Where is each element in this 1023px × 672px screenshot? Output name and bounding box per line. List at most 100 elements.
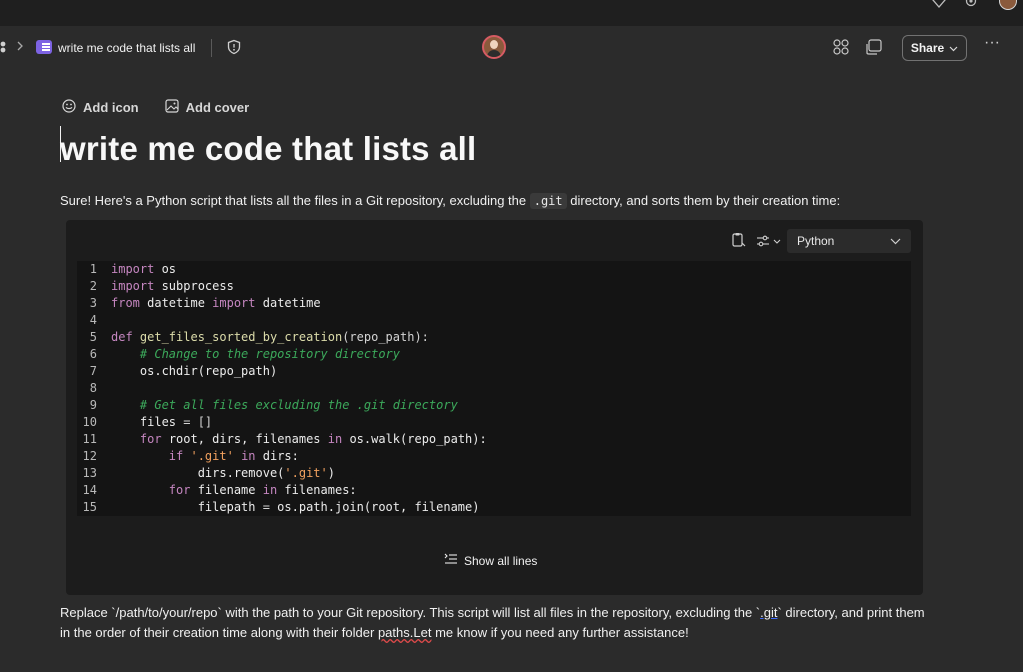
code-token: # Get all files excluding the .git direc…: [139, 398, 458, 412]
outro-paragraph[interactable]: Replace `/path/to/your/repo` with the pa…: [60, 603, 930, 643]
expand-lines-icon: [444, 553, 458, 568]
code-line[interactable]: 6 # Change to the repository directory: [77, 346, 911, 363]
outro-text-before: Replace `/path/to/your/repo` with the pa…: [60, 605, 761, 620]
code-line[interactable]: 2 import subprocess: [77, 278, 911, 295]
line-number: 1: [89, 262, 97, 276]
line-number: 12: [82, 449, 97, 463]
line-content: def get_files_sorted_by_creation(repo_pa…: [111, 329, 429, 346]
breadcrumb-page-title[interactable]: write me code that lists all: [58, 41, 195, 55]
add-cover-label: Add cover: [185, 99, 250, 115]
code-token: dirs:: [255, 449, 299, 463]
add-cover-button[interactable]: Add cover: [165, 98, 250, 116]
line-content: if '.git' in dirs:: [111, 448, 299, 465]
share-label: Share: [910, 41, 945, 55]
code-line[interactable]: 4: [77, 312, 911, 329]
code-line[interactable]: 14 for filename in filenames:: [77, 482, 911, 499]
code-line[interactable]: 3 from datetime import datetime: [77, 295, 911, 312]
code-token: dirs.remove(: [111, 466, 285, 480]
code-line[interactable]: 1 import os: [77, 261, 911, 278]
code-token: datetime: [139, 296, 213, 310]
loop-components-icon[interactable]: [832, 38, 850, 56]
code-token: in: [262, 483, 278, 497]
code-token: import: [111, 262, 155, 276]
code-token: os.walk(repo_path):: [342, 432, 487, 446]
user-avatar-top[interactable]: [999, 0, 1017, 10]
line-number: 11: [82, 432, 97, 446]
code-token: files: [111, 415, 184, 429]
line-content: from datetime import datetime: [111, 295, 321, 312]
line-content: for filename in filenames:: [111, 482, 357, 499]
line-content: import os: [111, 261, 176, 278]
settings-icon[interactable]: [964, 0, 982, 8]
code-options-button[interactable]: [756, 234, 786, 248]
chevron-down-icon: [949, 41, 958, 55]
line-number: 8: [89, 381, 97, 395]
line-number: 13: [82, 466, 97, 480]
line-content: dirs.remove('.git'): [111, 465, 335, 482]
code-line[interactable]: 13 dirs.remove('.git'): [77, 465, 911, 482]
code-token: in: [327, 432, 343, 446]
line-content: os.chdir(repo_path): [111, 363, 277, 380]
code-token: (repo_path):: [342, 330, 429, 344]
code-line[interactable]: 15 filepath = os.path.join(root, filenam…: [77, 499, 911, 516]
line-number: 14: [82, 483, 97, 497]
code-token: from: [111, 296, 140, 310]
line-number: 15: [82, 500, 97, 514]
line-number: 5: [89, 330, 97, 344]
code-line[interactable]: 9 # Get all files excluding the .git dir…: [77, 397, 911, 414]
outro-git-link: .git: [760, 605, 778, 620]
code-token: filenames:: [277, 483, 357, 497]
workspace-icon[interactable]: [0, 41, 10, 56]
page-title[interactable]: write me code that lists all: [60, 130, 476, 168]
code-editor[interactable]: 1 import os 2 import subprocess 3 from dateti…: [77, 261, 911, 516]
code-token: = []: [183, 415, 213, 429]
more-options-button[interactable]: ···: [982, 35, 1002, 56]
code-token: os.chdir(repo_path): [111, 364, 278, 378]
code-token: '.git': [284, 466, 328, 480]
code-token: get_files_sorted_by_creation: [132, 330, 343, 344]
code-token: filename: [190, 483, 263, 497]
shield-icon[interactable]: [226, 39, 242, 55]
show-all-lines-label: Show all lines: [464, 553, 538, 568]
line-number: 7: [89, 364, 97, 378]
code-token: def: [111, 330, 133, 344]
code-line[interactable]: 11 for root, dirs, filenames in os.walk(…: [77, 431, 911, 448]
code-token: '.git': [190, 449, 234, 463]
add-icon-button[interactable]: Add icon: [62, 98, 139, 116]
line-number: 2: [89, 279, 97, 293]
code-token: for: [139, 432, 162, 446]
code-token: import: [212, 296, 256, 310]
page-icon[interactable]: [36, 40, 52, 54]
chevron-down-icon: [890, 234, 901, 248]
line-content: filepath = os.path.join(root, filename): [111, 499, 480, 516]
code-token: import: [111, 279, 155, 293]
code-token: subprocess: [154, 279, 234, 293]
line-content: # Change to the repository directory: [111, 346, 400, 363]
collaborator-avatar[interactable]: [482, 35, 506, 59]
copy-window-icon[interactable]: [865, 38, 883, 56]
code-line[interactable]: 8: [77, 380, 911, 397]
share-button[interactable]: Share: [902, 35, 967, 61]
copy-code-icon[interactable]: [730, 232, 746, 248]
line-content: # Get all files excluding the .git direc…: [111, 397, 458, 414]
diamond-icon[interactable]: [932, 0, 950, 8]
intro-paragraph[interactable]: Sure! Here's a Python script that lists …: [60, 193, 841, 209]
code-line[interactable]: 10 files = []: [77, 414, 911, 431]
code-token: if: [168, 449, 184, 463]
inline-code-git: .git: [529, 193, 567, 209]
code-line[interactable]: 12 if '.git' in dirs:: [77, 448, 911, 465]
code-token: # Change to the repository directory: [139, 347, 400, 361]
code-line[interactable]: 7 os.chdir(repo_path): [77, 363, 911, 380]
language-select-value: Python: [797, 234, 835, 248]
breadcrumb-divider: [211, 39, 212, 57]
code-token: root, dirs, filenames: [161, 432, 328, 446]
language-select[interactable]: Python: [787, 229, 911, 253]
show-all-lines-button[interactable]: Show all lines: [444, 553, 537, 568]
intro-text-after: directory, and sorts them by their creat…: [566, 193, 841, 208]
code-line[interactable]: 5 def get_files_sorted_by_creation(repo_p…: [77, 329, 911, 346]
title-bar: [0, 0, 1023, 26]
code-token: os: [154, 262, 177, 276]
